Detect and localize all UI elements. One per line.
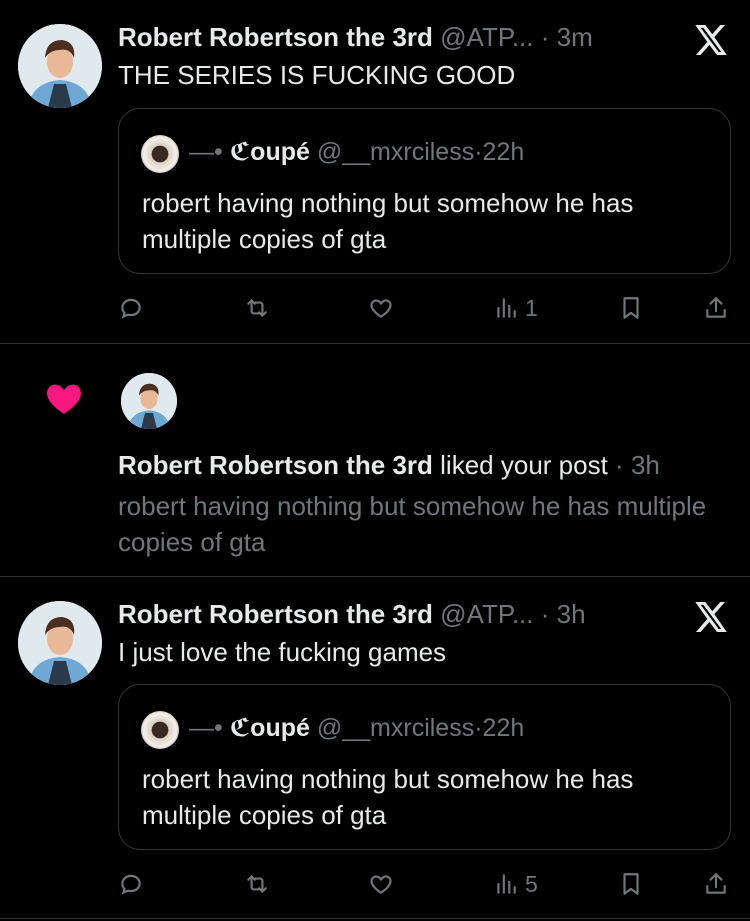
post-author-line: Robert Robertson the 3rd @ATP... · 3m [118,22,593,52]
like-button[interactable] [368,864,394,904]
avatar-image [121,373,177,429]
notifications-feed: Robert Robertson the 3rd @ATP... · 3m TH… [0,0,750,921]
author-handle[interactable]: @ATP... [440,22,533,52]
dot-separator: · [540,599,550,629]
quoted-text: robert having nothing but somehow he has… [142,764,634,830]
share-button[interactable] [703,288,729,328]
share-button[interactable] [703,864,729,904]
divider [0,918,750,919]
like-icon [370,299,392,318]
notification-post-text: robert having nothing but somehow he has… [118,491,707,557]
dot-separator: · [540,22,550,52]
author-handle[interactable]: @ATP... [440,599,533,629]
repost-icon [247,875,267,893]
post-author-line: Robert Robertson the 3rd @ATP... · 3h [118,599,586,629]
reply-icon [121,298,141,319]
quoted-author-name: ℭoupé [229,138,310,166]
avatar[interactable] [18,601,102,685]
quoted-author-handle: @__mxrciless [316,714,475,742]
notification-verb: liked your post [440,450,608,480]
dot-separator: · [474,714,483,742]
quoted-name-prefix: —• [189,714,223,742]
x-logo-icon [692,22,728,58]
repost-button[interactable] [244,288,270,328]
quoted-post[interactable]: —• ℭoupé @__mxrciless·22h robert having … [118,684,731,850]
views-icon [497,298,516,318]
heart-icon [42,378,86,418]
reply-icon [121,874,141,895]
repost-button[interactable] [244,864,270,904]
reply-button[interactable] [118,864,144,904]
author-name[interactable]: Robert Robertson the 3rd [118,599,433,629]
post-actions: 5 [0,864,750,904]
views-count: 1 [525,294,538,321]
post-timestamp[interactable]: 3h [557,599,586,629]
quoted-author-name: ℭoupé [229,714,310,742]
quoted-post[interactable]: —• ℭoupé @__mxrciless·22h robert having … [118,108,731,274]
quoted-timestamp: 22h [482,138,525,166]
quoted-author-handle: @__mxrciless [316,138,475,166]
reply-button[interactable] [118,288,144,328]
notification-timestamp: 3h [630,450,660,480]
post-timestamp[interactable]: 3m [557,22,593,52]
post-text: THE SERIES IS FUCKING GOOD [118,60,516,90]
views-count: 5 [525,870,538,897]
author-name[interactable]: Robert Robertson the 3rd [118,22,433,52]
post-2[interactable]: Robert Robertson the 3rd @ATP... · 3h I … [0,577,750,921]
share-icon [706,297,726,318]
avatar-image [18,24,102,108]
like-icon [370,875,392,894]
quoted-name-prefix: —• [189,138,223,166]
avatar[interactable] [18,24,102,108]
quoted-author-line: —• ℭoupé @__mxrciless·22h [189,713,524,743]
like-button[interactable] [368,288,394,328]
views-button[interactable]: 5 [493,864,538,904]
actor-name[interactable]: Robert Robertson the 3rd [118,450,433,480]
notification-line: Robert Robertson the 3rd liked your post… [118,450,660,480]
bookmark-icon [623,297,639,319]
quoted-author-line: —• ℭoupé @__mxrciless·22h [189,137,524,167]
dot-separator: · [474,138,483,166]
avatar-image [18,601,102,685]
post-1[interactable]: Robert Robertson the 3rd @ATP... · 3m TH… [0,0,750,343]
post-text: I just love the fucking games [118,637,447,667]
quoted-timestamp: 22h [482,714,525,742]
bookmark-button[interactable] [618,864,644,904]
quoted-text: robert having nothing but somehow he has… [142,188,634,254]
views-icon [497,874,516,894]
x-logo-icon [692,599,728,635]
bookmark-button[interactable] [618,288,644,328]
views-button[interactable]: 1 [493,288,538,328]
avatar[interactable] [121,373,177,429]
post-actions: 1 [0,288,750,328]
quoted-avatar [141,711,179,749]
repost-icon [247,299,267,317]
quoted-avatar [141,135,179,173]
dot-separator: · [615,450,624,480]
bookmark-icon [623,873,639,895]
share-icon [706,873,726,894]
